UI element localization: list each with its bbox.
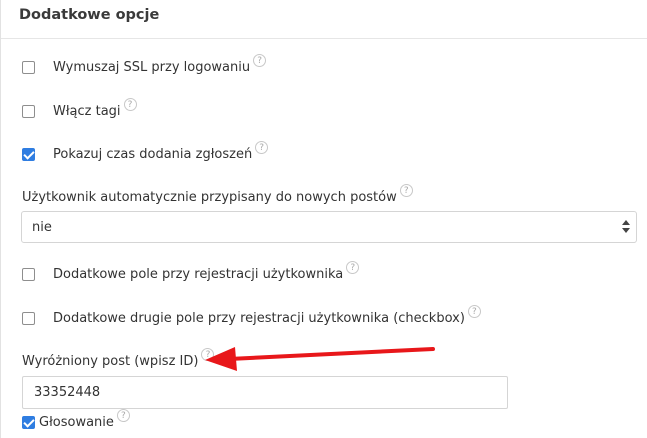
enable-tags-label: Włącz tagi (53, 104, 121, 119)
help-icon[interactable]: ? (467, 305, 481, 318)
force-ssl-checkbox[interactable] (22, 61, 35, 74)
help-icon[interactable]: ? (116, 409, 130, 422)
help-icon[interactable]: ? (399, 184, 413, 197)
auto-assigned-user-select[interactable]: nie (21, 211, 637, 243)
help-icon[interactable]: ? (253, 54, 267, 67)
panel-title: Dodatkowe opcje (19, 7, 160, 23)
annotation-arrow-icon (205, 347, 435, 371)
help-icon[interactable]: ? (346, 261, 360, 274)
show-submission-time-checkbox[interactable] (22, 148, 35, 161)
extra-registration-field-checkbox[interactable] (22, 268, 35, 281)
select-arrows-icon (622, 219, 630, 235)
force-ssl-label: Wymuszaj SSL przy logowaniu (53, 60, 251, 75)
additional-options-panel: Dodatkowe opcje Wymuszaj SSL przy logowa… (0, 0, 647, 438)
featured-post-label: Wyróżniony post (wpisz ID) (22, 354, 199, 369)
help-icon[interactable]: ? (123, 98, 137, 111)
auto-assigned-user-value: nie (32, 220, 52, 235)
voting-label: Głosowanie (39, 415, 114, 430)
show-submission-time-label: Pokazuj czas dodania zgłoszeń (53, 147, 253, 162)
panel-header: Dodatkowe opcje (1, 0, 647, 39)
extra-second-registration-field-label: Dodatkowe drugie pole przy rejestracji u… (53, 311, 465, 326)
extra-second-registration-field-checkbox[interactable] (22, 312, 35, 325)
auto-assigned-user-label: Użytkownik automatycznie przypisany do n… (22, 190, 397, 205)
voting-checkbox[interactable] (22, 416, 35, 429)
enable-tags-checkbox[interactable] (22, 105, 35, 118)
featured-post-input[interactable] (22, 376, 508, 409)
extra-registration-field-label: Dodatkowe pole przy rejestracji użytkown… (53, 267, 344, 282)
help-icon[interactable]: ? (255, 141, 269, 154)
